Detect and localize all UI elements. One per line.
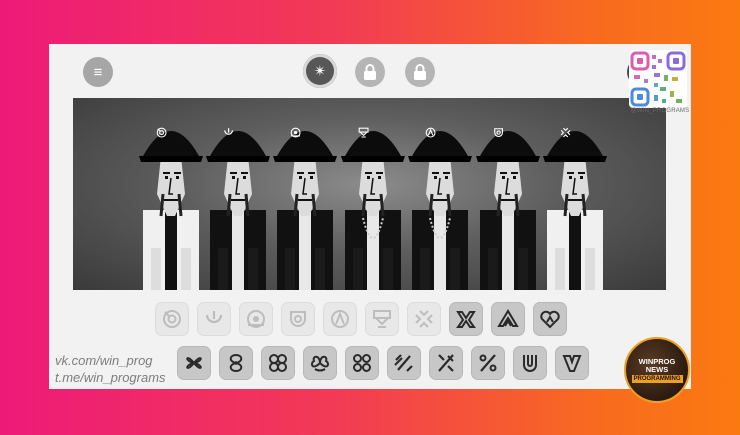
beat-slot-6[interactable]: [365, 302, 399, 336]
target-dot-icon: [247, 310, 265, 328]
locked-bonus-button-1[interactable]: [355, 57, 385, 87]
winprog-news-badge: WINPROG NEWS PROGRAMMING: [624, 337, 690, 403]
trophy-box-icon: [373, 310, 391, 328]
badge-line-2: NEWS: [645, 364, 669, 374]
beat-slot-8[interactable]: [449, 302, 483, 336]
beat-slot-5[interactable]: [323, 302, 357, 336]
sparkle-icon: ✴: [313, 62, 327, 80]
lock-icon: [414, 64, 426, 80]
beat-slot-3[interactable]: [239, 302, 273, 336]
voice-slot-1[interactable]: [177, 346, 211, 380]
menu-icon: ≡: [93, 63, 103, 81]
voice-slot-4[interactable]: [303, 346, 337, 380]
clover-c-icon: [269, 354, 287, 372]
badge-line-3: PROGRAMMING: [631, 374, 683, 383]
game-frame: ≡ ✴ ▶: [49, 44, 691, 389]
lock-icon: [364, 64, 376, 80]
qr-code: [629, 50, 687, 108]
menu-button[interactable]: ≡: [83, 57, 113, 87]
power-cup-icon: [205, 311, 223, 324]
qr-caption: @WIN_PROGRAMS: [630, 108, 690, 114]
voice-slot-6[interactable]: [387, 346, 421, 380]
clover-d-icon: [311, 355, 329, 372]
voice-slot-3[interactable]: [261, 346, 295, 380]
target-ring-icon: [163, 310, 181, 328]
beat-slot-1[interactable]: [155, 302, 189, 336]
watermark-vk-link: vk.com/win_prog: [55, 353, 153, 368]
locked-bonus-button-2[interactable]: [405, 57, 435, 87]
clover-e-icon: [353, 354, 371, 372]
clover-b-icon: [229, 353, 243, 373]
percent-c-icon: [479, 354, 497, 372]
spark-burst-icon: [415, 310, 433, 328]
voice-slot-2[interactable]: [219, 346, 253, 380]
voice-slot-5[interactable]: [345, 346, 379, 380]
beat-slot-9[interactable]: [491, 302, 525, 336]
arc-a-icon: [331, 310, 349, 328]
voice-slot-9[interactable]: [513, 346, 547, 380]
bonus-button[interactable]: ✴: [303, 54, 337, 88]
voice-slot-8[interactable]: [471, 346, 505, 380]
watermark: vk.com/win_prog t.me/win_programs: [55, 352, 166, 386]
clover-a-icon: [186, 357, 202, 369]
beat-slot-7[interactable]: [407, 302, 441, 336]
heart-fold-icon: [540, 310, 560, 329]
percent-b-icon: [438, 354, 454, 372]
voice-slot-7[interactable]: [429, 346, 463, 380]
beat-slot-2[interactable]: [197, 302, 231, 336]
a-fold-icon: [497, 309, 519, 327]
loop-u-icon: [523, 355, 537, 372]
m-fold-icon: [456, 311, 476, 328]
beat-slot-4[interactable]: [281, 302, 315, 336]
character-7[interactable]: [535, 98, 615, 290]
voice-slot-10[interactable]: [555, 346, 589, 380]
percent-a-icon: [394, 354, 413, 372]
beat-slot-10[interactable]: [533, 302, 567, 336]
shield-circle-icon: [290, 311, 306, 327]
watermark-telegram-link: t.me/win_programs: [55, 370, 166, 385]
character-stage: [73, 98, 666, 290]
loop-v-icon: [562, 355, 582, 372]
